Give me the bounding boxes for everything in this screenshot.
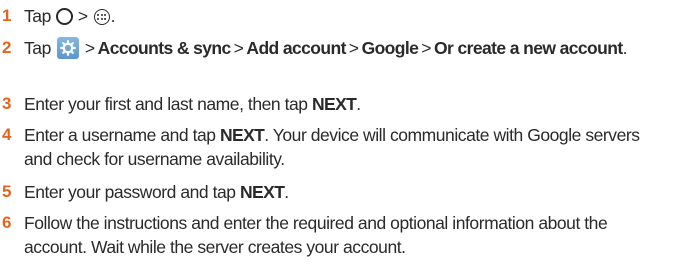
instruction-steps: 1 Tap >. 2 Tap > Accounts & sync > Add accoun…	[0, 0, 691, 278]
separator: >	[84, 38, 95, 58]
step-text-before: Enter your password and tap	[24, 182, 241, 202]
step-text-after: . Your device will communicate with Goog…	[264, 125, 640, 145]
step-text-after: .	[284, 182, 289, 202]
step-end: .	[622, 38, 628, 58]
step-number: 6	[2, 213, 12, 232]
step-number: 4	[2, 125, 12, 144]
step-number: 3	[2, 94, 12, 113]
step-text: Tap >.	[24, 4, 689, 28]
path-create-account: Or create a new account	[434, 38, 623, 58]
step-text-before: Enter a username and tap	[24, 125, 220, 145]
step-text-line1: Follow the instructions and enter the re…	[24, 213, 608, 233]
home-circle-icon	[55, 8, 73, 25]
step-end: .	[110, 6, 116, 26]
step-text-before: Enter your first and last name, then tap	[24, 94, 312, 114]
step-text-line2: and check for username availability.	[24, 149, 285, 169]
step-number: 1	[2, 6, 12, 25]
separator: >	[233, 38, 244, 58]
settings-icon	[56, 37, 79, 59]
next-label: NEXT	[311, 94, 357, 114]
step-text: Follow the instructions and enter the re…	[24, 211, 689, 259]
separator: >	[77, 6, 88, 26]
path-google: Google	[361, 38, 419, 58]
next-label: NEXT	[219, 125, 265, 145]
step-text: Enter your password and tap NEXT.	[24, 180, 689, 204]
apps-icon	[93, 9, 110, 25]
next-label: NEXT	[240, 182, 285, 202]
tap-label: Tap	[24, 38, 51, 58]
step-number: 2	[2, 38, 12, 57]
path-add-account: Add account	[246, 38, 346, 58]
step-text-line2: account. Wait while the server creates y…	[24, 237, 406, 257]
separator: >	[348, 38, 359, 58]
step-text: Enter a username and tap NEXT. Your devi…	[24, 123, 689, 171]
separator: >	[421, 38, 432, 58]
step-number: 5	[2, 182, 12, 201]
step-text: Tap > Accounts & sync > Add account > Google > O…	[24, 36, 689, 60]
path-accounts-sync: Accounts & sync	[97, 38, 232, 58]
step-text-after: .	[356, 94, 361, 114]
step-text: Enter your first and last name, then tap…	[24, 92, 689, 116]
tap-label: Tap	[24, 6, 51, 26]
